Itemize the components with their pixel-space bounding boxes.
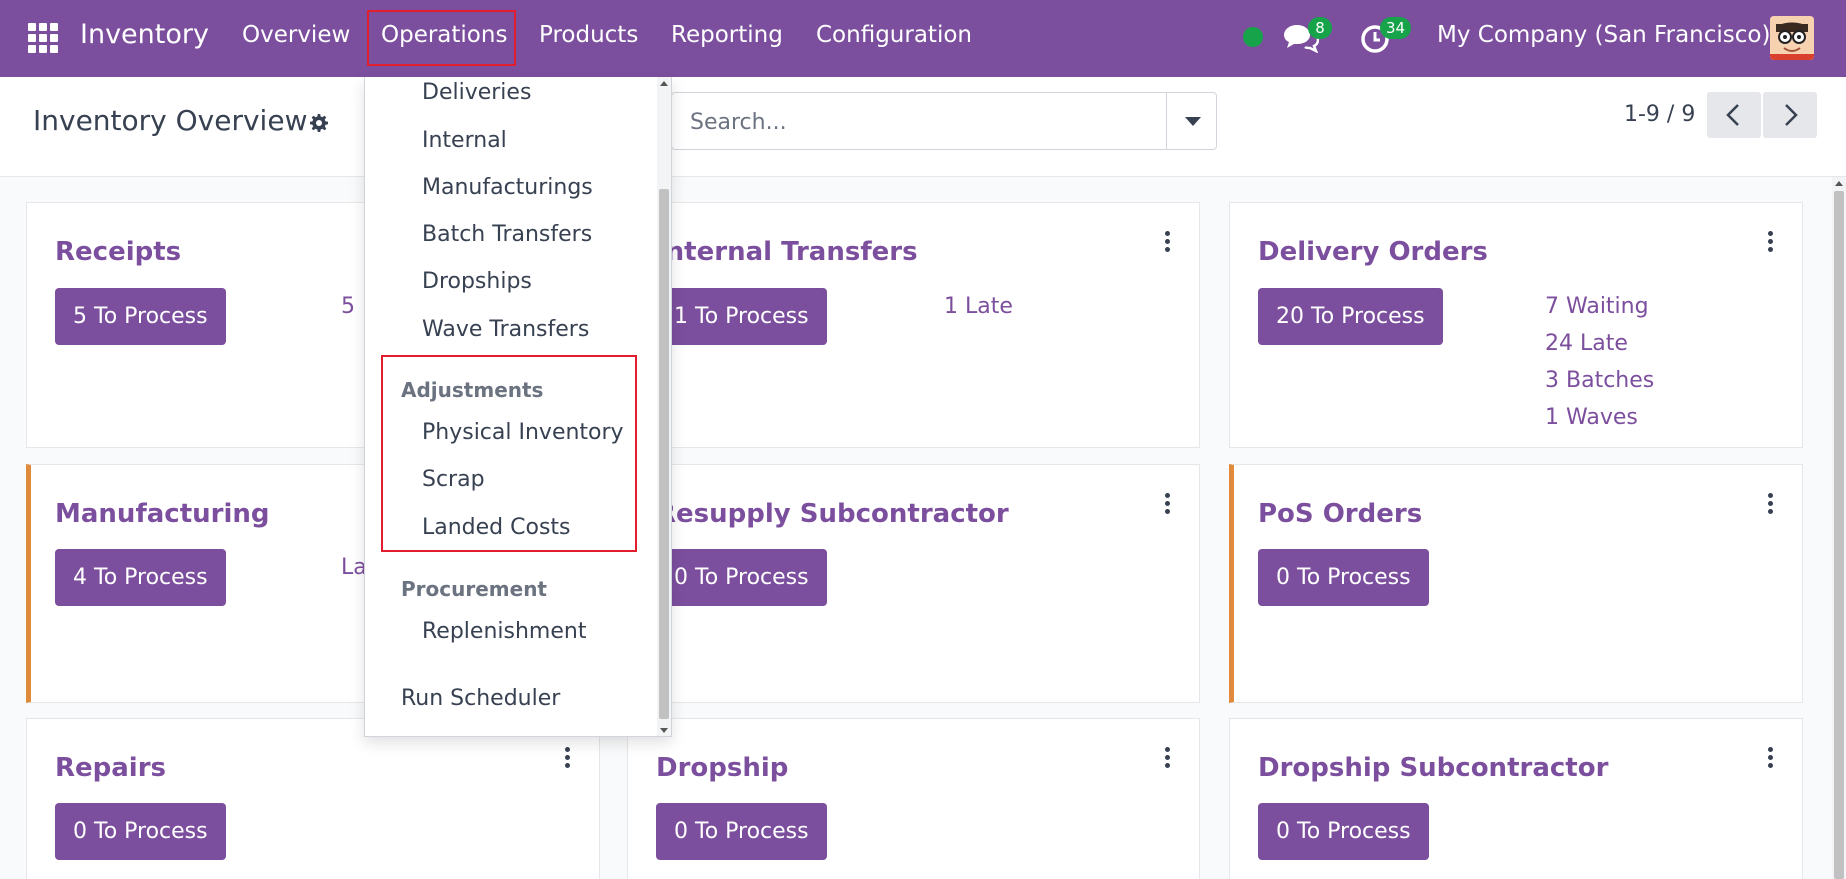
card-stat[interactable]: 24 Late: [1545, 331, 1628, 356]
menu-configuration[interactable]: Configuration: [816, 22, 972, 48]
menu-item-wave-transfers[interactable]: Wave Transfers: [422, 317, 589, 342]
scroll-up-arrow-icon[interactable]: [1835, 181, 1843, 186]
kebab-menu-icon[interactable]: [1165, 231, 1171, 253]
menu-item-run-scheduler[interactable]: Run Scheduler: [401, 686, 560, 711]
to-process-button[interactable]: 4 To Process: [55, 549, 226, 606]
operations-dropdown-menu: Deliveries Internal Manufacturings Batch…: [364, 77, 672, 737]
card-title[interactable]: Manufacturing: [55, 499, 270, 529]
card-pos-orders: PoS Orders 0 To Process: [1229, 464, 1803, 703]
card-repairs: Repairs 0 To Process: [26, 718, 600, 879]
card-title[interactable]: PoS Orders: [1258, 499, 1422, 529]
kebab-menu-icon[interactable]: [1768, 493, 1774, 515]
dropdown-scroll-thumb[interactable]: [659, 189, 669, 719]
card-internal-transfers: Internal Transfers 1 To Process 1 Late: [627, 202, 1200, 448]
card-dropship-subcontractor: Dropship Subcontractor 0 To Process: [1229, 718, 1803, 879]
menu-item-internal[interactable]: Internal: [422, 128, 507, 153]
to-process-button[interactable]: 1 To Process: [656, 288, 827, 345]
scroll-up-arrow-icon[interactable]: [660, 81, 668, 86]
page-title: Inventory Overview: [33, 104, 308, 137]
pager-value[interactable]: 1-9 / 9: [1624, 102, 1695, 127]
online-status-icon: [1243, 27, 1263, 47]
card-title[interactable]: Repairs: [55, 753, 166, 783]
to-process-button[interactable]: 5 To Process: [55, 288, 226, 345]
menu-item-physical-inventory[interactable]: Physical Inventory: [422, 420, 624, 445]
card-stat[interactable]: 3 Batches: [1545, 368, 1654, 393]
pager-previous-button[interactable]: [1707, 92, 1761, 138]
to-process-button[interactable]: 0 To Process: [656, 803, 827, 860]
card-title[interactable]: Receipts: [55, 237, 181, 267]
dropdown-scrollbar[interactable]: [657, 77, 671, 736]
menu-item-replenishment[interactable]: Replenishment: [422, 619, 586, 644]
menu-item-dropships[interactable]: Dropships: [422, 269, 532, 294]
search-box: [671, 92, 1217, 150]
operations-highlight-box: [367, 10, 516, 66]
to-process-button[interactable]: 0 To Process: [1258, 549, 1429, 606]
to-process-button[interactable]: 0 To Process: [1258, 803, 1429, 860]
kebab-menu-icon[interactable]: [1165, 493, 1171, 515]
kebab-menu-icon[interactable]: [1768, 747, 1774, 769]
page-scroll-thumb[interactable]: [1834, 191, 1844, 879]
card-stat[interactable]: 1 Late: [944, 294, 1013, 319]
activity-count-badge: 34: [1380, 17, 1412, 39]
to-process-button[interactable]: 0 To Process: [55, 803, 226, 860]
search-input[interactable]: [690, 107, 1130, 137]
kebab-menu-icon[interactable]: [1768, 231, 1774, 253]
user-avatar[interactable]: [1770, 16, 1814, 60]
page-scrollbar[interactable]: [1832, 177, 1846, 879]
menu-item-scrap[interactable]: Scrap: [422, 467, 485, 492]
card-delivery-orders: Delivery Orders 20 To Process 7 Waiting …: [1229, 202, 1803, 448]
to-process-button[interactable]: 20 To Process: [1258, 288, 1443, 345]
top-navbar: Inventory Overview Operations Products R…: [0, 0, 1846, 77]
card-resupply-subcontractor: Resupply Subcontractor 0 To Process: [627, 464, 1200, 703]
apps-grid-icon[interactable]: [28, 23, 58, 53]
company-switcher[interactable]: My Company (San Francisco): [1437, 22, 1770, 48]
app-brand[interactable]: Inventory: [80, 19, 209, 50]
card-title[interactable]: Resupply Subcontractor: [656, 499, 1009, 529]
card-stat[interactable]: 7 Waiting: [1545, 294, 1649, 319]
card-dropship: Dropship 0 To Process: [627, 718, 1200, 879]
chat-count-badge: 8: [1308, 17, 1332, 39]
menu-item-batch-transfers[interactable]: Batch Transfers: [422, 222, 592, 247]
kebab-menu-icon[interactable]: [565, 747, 571, 769]
pager-next-button[interactable]: [1763, 92, 1817, 138]
menu-overview[interactable]: Overview: [242, 22, 350, 48]
card-title[interactable]: Dropship Subcontractor: [1258, 753, 1608, 783]
card-stat[interactable]: 1 Waves: [1545, 405, 1638, 430]
scroll-down-arrow-icon[interactable]: [660, 728, 668, 733]
menu-products[interactable]: Products: [539, 22, 638, 48]
menu-reporting[interactable]: Reporting: [671, 22, 783, 48]
control-panel: Inventory Overview 1-9 / 9: [0, 77, 1846, 177]
gear-icon[interactable]: [307, 111, 331, 135]
menu-item-manufacturings[interactable]: Manufacturings: [422, 175, 593, 200]
kebab-menu-icon[interactable]: [1165, 747, 1171, 769]
chevron-right-icon: [1785, 104, 1798, 126]
section-header-procurement: Procurement: [401, 577, 547, 601]
chevron-left-icon: [1726, 104, 1739, 126]
card-title[interactable]: Internal Transfers: [656, 237, 918, 267]
menu-item-landed-costs[interactable]: Landed Costs: [422, 515, 571, 540]
to-process-button[interactable]: 0 To Process: [656, 549, 827, 606]
section-header-adjustments: Adjustments: [401, 378, 544, 402]
card-stat[interactable]: La: [341, 555, 367, 580]
card-title[interactable]: Delivery Orders: [1258, 237, 1488, 267]
search-options-toggle[interactable]: [1166, 93, 1216, 149]
menu-item-deliveries[interactable]: Deliveries: [422, 80, 531, 105]
caret-down-icon: [1185, 117, 1201, 126]
card-title[interactable]: Dropship: [656, 753, 788, 783]
